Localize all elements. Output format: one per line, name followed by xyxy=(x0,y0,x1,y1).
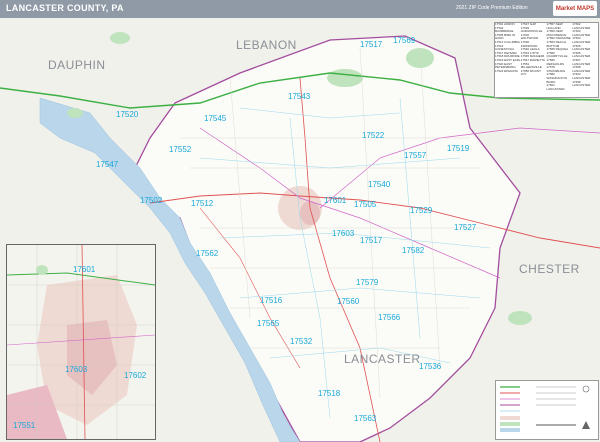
map-legend xyxy=(495,380,599,440)
county-label-lebanon: LEBANON xyxy=(236,38,297,52)
county-label-chester: CHESTER xyxy=(519,262,580,276)
map-title: LANCASTER COUNTY, PA xyxy=(6,3,124,13)
inset-zip-label: 17603 xyxy=(65,365,88,374)
zip-label: 17552 xyxy=(169,145,192,154)
zip-label: 17582 xyxy=(402,246,425,255)
zip-label: 17545 xyxy=(204,114,227,123)
zip-index-table: 17501 AKRON 17502 BAINBRIDGE 17505 BIRD IN… xyxy=(494,22,599,98)
brand-logo: Market MAPS xyxy=(553,1,597,16)
zip-label: 17517 xyxy=(360,40,383,49)
zip-label: 17516 xyxy=(260,296,283,305)
zip-label: 17566 xyxy=(378,313,401,322)
legend-symbols xyxy=(500,385,590,432)
zip-label: 17557 xyxy=(404,151,427,160)
zip-label: 17569 xyxy=(393,36,416,45)
inset-zip-label: 17602 xyxy=(124,371,147,380)
header-bar: LANCASTER COUNTY, PA 2021 ZIP Code Premi… xyxy=(0,0,600,18)
zip-label: 17579 xyxy=(356,278,379,287)
zip-label: 17540 xyxy=(368,180,391,189)
inset-map xyxy=(7,245,155,439)
zip-label: 17601 xyxy=(324,196,347,205)
map-subtitle: 2021 ZIP Code Premium Edition xyxy=(456,5,528,11)
zip-label: 17560 xyxy=(337,297,360,306)
zip-label: 17547 xyxy=(96,160,119,169)
lancaster-city-inset: 17601 17603 17551 17602 xyxy=(6,244,156,440)
zip-label: 17603 xyxy=(332,229,355,238)
zip-label: 17517 xyxy=(360,236,383,245)
zip-label: 17529 xyxy=(410,206,433,215)
zip-label: 17563 xyxy=(354,414,377,423)
zip-label: 17543 xyxy=(288,92,311,101)
zip-label: 17512 xyxy=(191,199,214,208)
north-arrow-icon xyxy=(582,421,590,429)
zip-label: 17565 xyxy=(257,319,280,328)
zip-label: 17502 xyxy=(140,196,163,205)
zip-label: 17536 xyxy=(419,362,442,371)
map-container: LANCASTER COUNTY, PA 2021 ZIP Code Premi… xyxy=(0,0,600,442)
county-label-dauphin: DAUPHIN xyxy=(48,58,106,72)
inset-zip-label: 17601 xyxy=(73,265,96,274)
zip-label: 17520 xyxy=(116,110,139,119)
zip-label: 17527 xyxy=(454,223,477,232)
zip-label: 17518 xyxy=(318,389,341,398)
zip-label: 17522 xyxy=(362,131,385,140)
inset-zip-label: 17551 xyxy=(13,421,36,430)
zip-label: 17519 xyxy=(447,144,470,153)
zip-label: 17532 xyxy=(290,337,313,346)
zip-label: 17562 xyxy=(196,249,219,258)
zip-label: 17505 xyxy=(354,200,377,209)
county-label-lancaster: LANCASTER xyxy=(344,352,421,366)
